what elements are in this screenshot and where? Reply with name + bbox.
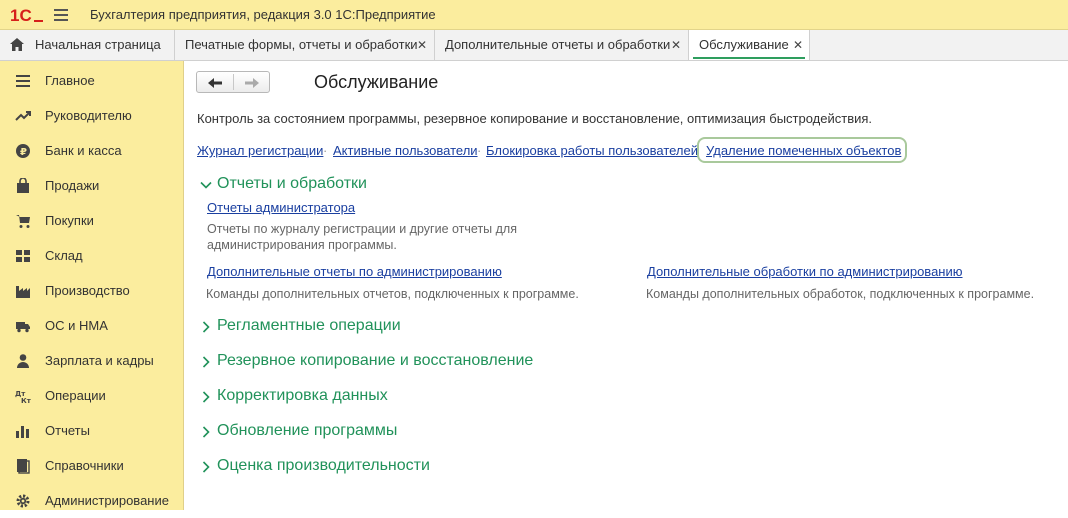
- tab-home[interactable]: Начальная страница: [0, 30, 175, 60]
- group-label: Обновление программы: [217, 422, 398, 439]
- sidebar-item-bank[interactable]: ₽ Банк и касса: [0, 133, 183, 168]
- link-event-log[interactable]: Журнал регистрации: [197, 143, 323, 158]
- main-menu-icon[interactable]: [54, 9, 68, 21]
- 1c-logo-icon: 1С: [10, 6, 43, 24]
- svg-text:1С: 1С: [10, 6, 32, 24]
- chevron-right-icon: [202, 461, 210, 473]
- svg-text:Кт: Кт: [21, 397, 31, 404]
- bar-chart-icon: [16, 426, 29, 438]
- tab-label: Печатные формы, отчеты и обработки: [185, 37, 418, 52]
- sidebar: Главное Руководителю ₽ Банк и касса Прод…: [0, 61, 184, 510]
- description-line: Отчеты по журналу регистрации и другие о…: [207, 222, 517, 236]
- link-separator: ·: [477, 143, 482, 158]
- gear-icon: [16, 494, 30, 508]
- tab-label: Начальная страница: [35, 37, 161, 52]
- page-title: Обслуживание: [314, 72, 439, 92]
- title-bar: 1С Бухгалтерия предприятия, редакция 3.0…: [0, 0, 1068, 30]
- back-button[interactable]: [197, 73, 233, 93]
- sidebar-item-purchases[interactable]: Покупки: [0, 203, 183, 238]
- link-additional-admin-processing[interactable]: Дополнительные обработки по администриро…: [647, 264, 963, 279]
- sidebar-item-warehouse[interactable]: Склад: [0, 238, 183, 273]
- sidebar-item-fixed-assets[interactable]: ОС и НМА: [0, 308, 183, 343]
- trend-icon: [15, 111, 31, 121]
- nav-buttons: [196, 71, 270, 93]
- tab-label: Дополнительные отчеты и обработки: [445, 37, 671, 52]
- arrow-right-icon: [245, 78, 259, 88]
- group-label: Оценка производительности: [217, 457, 430, 474]
- sidebar-item-main[interactable]: Главное: [0, 63, 183, 98]
- close-icon[interactable]: ✕: [671, 30, 681, 60]
- sidebar-item-label: Главное: [45, 73, 95, 88]
- home-icon: [10, 38, 24, 51]
- chevron-right-icon: [202, 321, 210, 333]
- admin-reports-description: Отчеты по журналу регистрации и другие о…: [207, 221, 517, 253]
- sidebar-item-directories[interactable]: Справочники: [0, 448, 183, 483]
- person-icon: [17, 354, 29, 368]
- sidebar-item-director[interactable]: Руководителю: [0, 98, 183, 133]
- group-label: Резервное копирование и восстановление: [217, 352, 534, 369]
- sidebar-item-label: ОС и НМА: [45, 318, 108, 333]
- sidebar-item-label: Зарплата и кадры: [45, 353, 154, 368]
- group-label: Регламентные операции: [217, 317, 401, 334]
- tab-print-forms[interactable]: Печатные формы, отчеты и обработки ✕: [175, 30, 435, 60]
- arrow-left-icon: [208, 78, 222, 88]
- sidebar-item-label: Продажи: [45, 178, 100, 193]
- sidebar-item-production[interactable]: Производство: [0, 273, 183, 308]
- sidebar-item-sales[interactable]: Продажи: [0, 168, 183, 203]
- link-user-lock[interactable]: Блокировка работы пользователей: [486, 143, 698, 158]
- additional-admin-processing-description: Команды дополнительных обработок, подклю…: [646, 287, 1035, 301]
- sidebar-item-label: Руководителю: [45, 108, 132, 123]
- tab-bar: Начальная страница Печатные формы, отчет…: [0, 30, 1068, 61]
- chevron-down-icon: [200, 181, 212, 189]
- chevron-right-icon: [202, 391, 210, 403]
- link-active-users[interactable]: Активные пользователи: [333, 143, 478, 158]
- sidebar-item-label: Администрирование: [45, 493, 169, 508]
- link-admin-reports[interactable]: Отчеты администратора: [207, 200, 355, 215]
- chevron-right-icon: [202, 356, 210, 368]
- description-line: администрирования программы.: [207, 238, 397, 252]
- book-icon: [17, 459, 30, 474]
- chevron-right-icon: [202, 426, 210, 438]
- link-delete-marked-objects[interactable]: Удаление помеченных объектов: [706, 143, 901, 158]
- sidebar-item-label: Справочники: [45, 458, 124, 473]
- sidebar-item-label: Покупки: [45, 213, 94, 228]
- sidebar-item-label: Производство: [45, 283, 130, 298]
- truck-icon: [16, 322, 30, 333]
- app-title: Бухгалтерия предприятия, редакция 3.0 1С…: [90, 7, 436, 22]
- tab-maintenance[interactable]: Обслуживание ✕: [689, 30, 810, 60]
- sidebar-item-label: Отчеты: [45, 423, 90, 438]
- sidebar-item-operations[interactable]: Дт Кт Операции: [0, 378, 183, 413]
- factory-icon: [16, 286, 30, 298]
- sidebar-item-label: Банк и касса: [45, 143, 122, 158]
- close-icon[interactable]: ✕: [417, 30, 427, 60]
- link-additional-admin-reports[interactable]: Дополнительные отчеты по администрирован…: [207, 264, 502, 279]
- sidebar-item-label: Операции: [45, 388, 106, 403]
- shopping-cart-icon: [16, 215, 30, 228]
- link-separator: ·: [323, 143, 328, 158]
- sidebar-item-salary[interactable]: Зарплата и кадры: [0, 343, 183, 378]
- shopping-bag-icon: [17, 178, 29, 193]
- sidebar-item-administration[interactable]: Администрирование: [0, 483, 183, 518]
- list-icon: [16, 75, 30, 87]
- tab-label: Обслуживание: [699, 37, 789, 52]
- svg-text:₽: ₽: [20, 147, 27, 158]
- forward-button[interactable]: [234, 73, 270, 93]
- page-description: Контроль за состоянием программы, резерв…: [197, 111, 873, 126]
- additional-admin-reports-description: Команды дополнительных отчетов, подключе…: [206, 287, 579, 301]
- debit-credit-icon: ДтКт: [15, 390, 31, 404]
- tab-additional-reports[interactable]: Дополнительные отчеты и обработки ✕: [435, 30, 689, 60]
- link-highlight: Удаление помеченных объектов: [697, 137, 907, 163]
- group-label: Корректировка данных: [217, 387, 388, 404]
- ruble-coin-icon: ₽: [16, 144, 30, 158]
- sidebar-item-label: Склад: [45, 248, 83, 263]
- warehouse-icon: [16, 250, 30, 262]
- sidebar-item-reports[interactable]: Отчеты: [0, 413, 183, 448]
- close-icon[interactable]: ✕: [793, 30, 803, 60]
- group-label: Отчеты и обработки: [217, 175, 367, 192]
